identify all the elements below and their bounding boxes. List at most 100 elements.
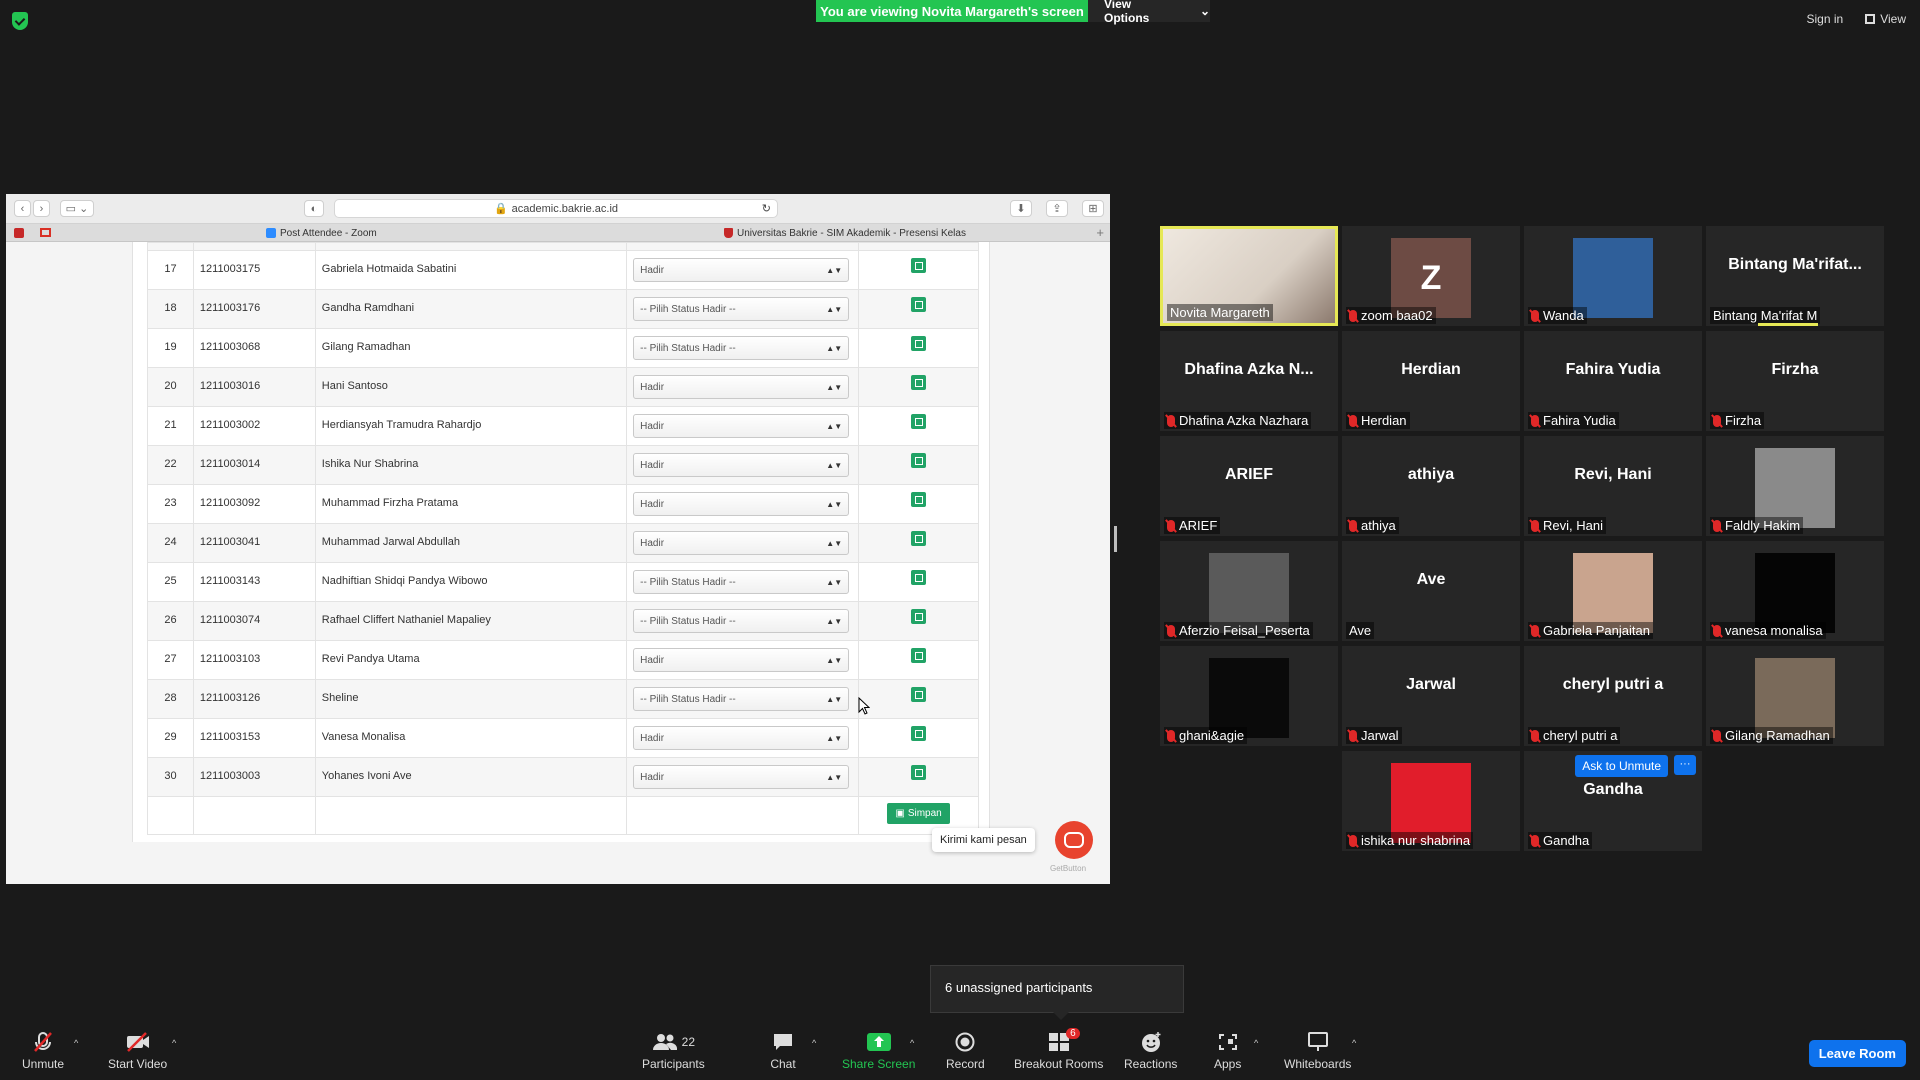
download-icon[interactable]: ⬇ [1010, 200, 1032, 217]
attendance-status-select[interactable]: -- Pilih Status Hadir -- ▲▼ [633, 609, 850, 633]
getbutton-credit[interactable]: GetButton [1050, 864, 1086, 873]
unmute-button[interactable]: Unmute [22, 1032, 64, 1071]
ask-to-unmute-button[interactable]: Ask to Unmute [1575, 755, 1668, 777]
view-button[interactable]: View [1865, 12, 1906, 26]
more-options-icon[interactable]: ··· [1674, 755, 1696, 775]
attendance-status-select[interactable]: Hadir ▲▼ [633, 375, 850, 399]
start-video-button[interactable]: Start Video [108, 1032, 167, 1071]
chat-options-chevron-icon[interactable]: ^ [812, 1038, 816, 1048]
privacy-shield-icon[interactable]: ◐ [304, 200, 324, 217]
participant-name-label: ishika nur shabrina [1346, 832, 1474, 849]
reactions-button[interactable]: Reactions [1124, 1032, 1177, 1071]
video-options-chevron-icon[interactable]: ^ [172, 1038, 176, 1048]
whiteboards-options-chevron-icon[interactable]: ^ [1352, 1038, 1356, 1048]
tab-post-attendee[interactable]: Post Attendee - Zoom [266, 224, 377, 242]
mic-muted-icon [1167, 729, 1175, 742]
participant-tile[interactable]: ishika nur shabrina [1342, 751, 1520, 851]
participant-tile[interactable]: Jarwal Jarwal [1342, 646, 1520, 746]
share-icon[interactable]: ⇪ [1046, 200, 1068, 217]
attendance-status-select[interactable]: -- Pilih Status Hadir -- ▲▼ [633, 297, 850, 321]
chat-button[interactable]: Chat [770, 1032, 796, 1071]
attendance-status-select[interactable]: Hadir ▲▼ [633, 258, 850, 282]
share-screen-button[interactable]: Share Screen [842, 1032, 915, 1071]
breakout-rooms-button[interactable]: 6 Breakout Rooms [1014, 1028, 1103, 1071]
chat-bubble-icon[interactable] [1055, 821, 1093, 859]
participant-tile[interactable]: vanesa monalisa [1706, 541, 1884, 641]
whiteboards-button[interactable]: Whiteboards [1284, 1032, 1351, 1071]
security-shield-icon[interactable] [12, 12, 28, 30]
participant-tile[interactable]: Gandha Gandha Ask to Unmute ··· [1524, 751, 1702, 851]
participant-tile[interactable]: Fahira Yudia Fahira Yudia [1524, 331, 1702, 431]
save-row-icon[interactable] [911, 765, 927, 780]
participant-tile[interactable]: Ave Ave [1342, 541, 1520, 641]
participant-tile[interactable]: Wanda [1524, 226, 1702, 326]
attendance-status-select[interactable]: Hadir ▲▼ [633, 726, 850, 750]
simpan-button[interactable]: ▣ Simpan [887, 803, 950, 824]
row-number: 27 [147, 640, 194, 680]
participant-tile[interactable]: ARIEF ARIEF [1160, 436, 1338, 536]
table-row: 28 1211003126 Sheline -- Pilih Status Hadir… [147, 679, 979, 719]
table-row: 25 1211003143 Nadhiftian Shidqi Pandya Wib… [147, 562, 979, 602]
participant-tile[interactable]: Aferzio Feisal_Peserta [1160, 541, 1338, 641]
participant-tile[interactable]: Dhafina Azka N... Dhafina Azka Nazhara [1160, 331, 1338, 431]
new-tab-icon[interactable]: + [1096, 225, 1104, 240]
student-id: 1211003016 [192, 367, 316, 407]
view-options-button[interactable]: View Options ⌄ [1088, 0, 1210, 25]
bookmark-favicon[interactable] [14, 228, 24, 238]
participant-tile[interactable]: Bintang Ma'rifat... Bintang Ma'rifat M [1706, 226, 1884, 326]
attendance-status-select[interactable]: Hadir ▲▼ [633, 492, 850, 516]
participant-tile[interactable]: Faldly Hakim [1706, 436, 1884, 536]
save-row-icon[interactable] [911, 609, 927, 624]
participant-tile[interactable]: Novita Margareth [1160, 226, 1338, 326]
participant-tile[interactable]: Gabriela Panjaitan [1524, 541, 1702, 641]
save-row-icon[interactable] [911, 414, 927, 429]
participant-tile[interactable]: Revi, Hani Revi, Hani [1524, 436, 1702, 536]
back-icon[interactable]: ‹ [14, 200, 31, 217]
participant-tile[interactable]: Herdian Herdian [1342, 331, 1520, 431]
save-row-icon[interactable] [911, 648, 927, 663]
participant-tile[interactable]: cheryl putri a cheryl putri a [1524, 646, 1702, 746]
tab-presensi-kelas[interactable]: Universitas Bakrie - SIM Akademik - Pres… [724, 224, 966, 242]
save-row-icon[interactable] [911, 453, 927, 468]
attendance-status-select[interactable]: -- Pilih Status Hadir -- ▲▼ [633, 687, 850, 711]
audio-options-chevron-icon[interactable]: ^ [74, 1038, 78, 1048]
save-row-icon[interactable] [911, 570, 927, 585]
attendance-status-select[interactable]: Hadir ▲▼ [633, 414, 850, 438]
attendance-status-select[interactable]: -- Pilih Status Hadir -- ▲▼ [633, 336, 850, 360]
gmail-favicon[interactable] [40, 228, 51, 237]
reload-icon[interactable]: ↻ [762, 202, 771, 215]
tab-overview-icon[interactable]: ⊞ [1082, 200, 1104, 217]
attendance-status-select[interactable]: Hadir ▲▼ [633, 765, 850, 789]
save-row-icon[interactable] [911, 492, 927, 507]
split-divider-handle[interactable] [1114, 526, 1117, 552]
apps-options-chevron-icon[interactable]: ^ [1254, 1038, 1258, 1048]
attendance-status-select[interactable]: Hadir ▲▼ [633, 453, 850, 477]
attendance-status-select[interactable]: -- Pilih Status Hadir -- ▲▼ [633, 570, 850, 594]
sign-in-link[interactable]: Sign in [1807, 12, 1844, 26]
save-row-icon[interactable] [911, 336, 927, 351]
address-bar[interactable]: 🔒 academic.bakrie.ac.id ↻ [334, 199, 778, 218]
participant-tile[interactable]: ghani&agie [1160, 646, 1338, 746]
attendance-status-select[interactable]: Hadir ▲▼ [633, 531, 850, 555]
participant-tile[interactable]: Firzha Firzha [1706, 331, 1884, 431]
attendance-status-select[interactable]: Hadir ▲▼ [633, 648, 850, 672]
student-id: 1211003153 [192, 718, 316, 758]
save-row-icon[interactable] [911, 531, 927, 546]
participants-button[interactable]: 22 Participants [642, 1032, 705, 1071]
save-row-icon[interactable] [911, 375, 927, 390]
share-options-chevron-icon[interactable]: ^ [910, 1038, 914, 1048]
leave-room-button[interactable]: Leave Room [1808, 1040, 1906, 1067]
sidebar-toggle-icon[interactable]: ▭ ⌄ [60, 200, 94, 217]
record-button[interactable]: Record [946, 1032, 985, 1071]
forward-icon[interactable]: › [33, 200, 50, 217]
participant-tile[interactable]: athiya athiya [1342, 436, 1520, 536]
participant-photo [1391, 763, 1471, 843]
save-row-icon[interactable] [911, 297, 927, 312]
apps-button[interactable]: Apps [1214, 1032, 1241, 1071]
save-row-icon[interactable] [911, 726, 927, 741]
save-row-icon[interactable] [911, 687, 927, 702]
participant-tile[interactable]: Zzoom baa02 [1342, 226, 1520, 326]
participant-photo [1573, 238, 1653, 318]
save-row-icon[interactable] [911, 258, 927, 273]
participant-tile[interactable]: Gilang Ramadhan [1706, 646, 1884, 746]
